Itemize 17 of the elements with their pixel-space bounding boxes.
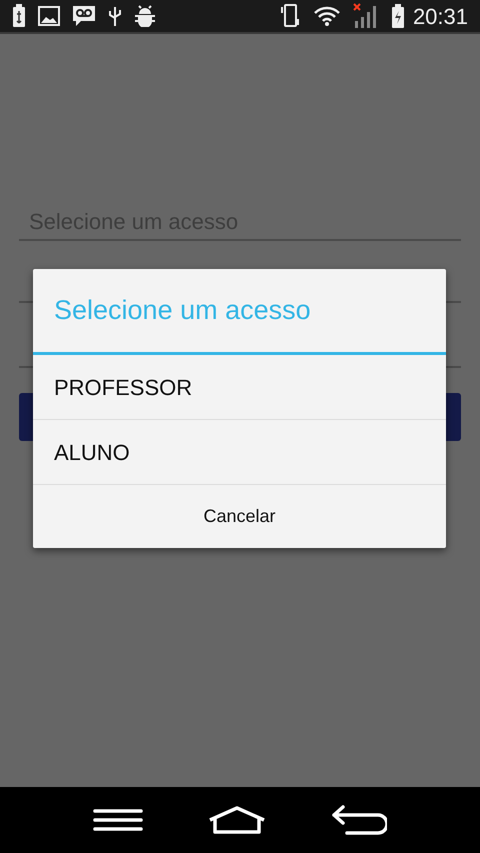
usb-icon [108, 5, 122, 27]
clock: 20:31 [412, 2, 468, 30]
cancel-button[interactable]: Cancelar [33, 485, 446, 548]
image-icon [38, 6, 60, 26]
voicemail-icon [72, 5, 96, 27]
menu-icon[interactable] [92, 808, 143, 832]
home-icon[interactable] [208, 806, 266, 834]
back-icon[interactable] [331, 805, 388, 835]
dialog-option[interactable]: ALUNO [54, 436, 130, 468]
battery-usb-icon [12, 4, 26, 28]
dialog-title: Selecione um acesso [54, 294, 311, 328]
bug-icon [134, 5, 156, 27]
dialog-option[interactable]: PROFESSOR [54, 370, 192, 404]
signal-icon [352, 3, 379, 29]
vibrate-icon [278, 3, 301, 29]
battery-charging-icon [390, 3, 405, 29]
wifi-icon [312, 5, 341, 27]
